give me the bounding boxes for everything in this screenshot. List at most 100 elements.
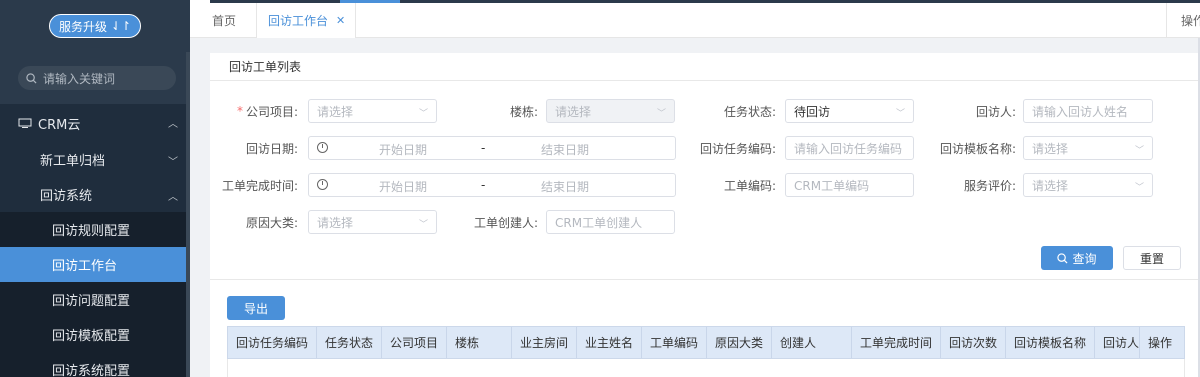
sidebar-item-label: 新工单归档 xyxy=(40,154,106,169)
query-button[interactable]: 查询 xyxy=(1041,246,1113,270)
chevron-up-icon: ︿ xyxy=(168,192,178,203)
column-header[interactable]: 工单完成时间 xyxy=(852,327,941,358)
column-header[interactable]: 回访模板名称 xyxy=(1006,327,1095,358)
column-header[interactable]: 回访任务编码 xyxy=(228,327,317,358)
reason-select[interactable]: 请选择 ﹀ xyxy=(308,210,437,234)
crm-icon xyxy=(18,118,32,128)
export-button[interactable]: 导出 xyxy=(227,296,285,320)
column-header[interactable]: 创建人 xyxy=(772,327,852,358)
building-select[interactable]: 请选择 ﹀ xyxy=(546,99,675,123)
rating-placeholder: 请选择 xyxy=(1032,178,1069,193)
sidebar-item-revisit-system[interactable]: 回访系统 ︿ xyxy=(0,177,190,212)
sidebar-item-crm-cloud[interactable]: CRM云 ︿ xyxy=(0,104,190,142)
chevron-down-icon: ﹀ xyxy=(1134,146,1144,156)
finish-time-label: 工单完成时间: xyxy=(221,178,298,193)
finish-start-date: 开始日期 xyxy=(379,180,428,194)
column-header[interactable]: 工单编码 xyxy=(642,327,707,358)
sidebar-header: 服务升级 ⇃↾ xyxy=(0,0,190,52)
task-status-value: 待回访 xyxy=(794,104,831,119)
query-label: 查询 xyxy=(1072,251,1097,266)
chevron-down-icon: ﹀ xyxy=(418,220,428,230)
column-header[interactable]: 原因大类 xyxy=(707,327,772,358)
sidebar-item-revisit-workbench[interactable]: 回访工作台 xyxy=(0,247,190,282)
chevron-up-icon: ︿ xyxy=(168,119,178,130)
column-header[interactable]: 回访人 xyxy=(1095,327,1140,358)
sidebar-item-revisit-rule-config[interactable]: 回访规则配置 xyxy=(0,212,190,247)
sidebar-menu: CRM云 ︿ 新工单归档 ﹀ 回访系统 ︿ 回访规则配置 回访工作台 回访问题配… xyxy=(0,104,190,377)
visit-end-date: 结束日期 xyxy=(541,143,590,157)
form-row-2: 回访日期: 开始日期 - 结束日期 回访任务编码: 请输入回访任务编码 回访模板… xyxy=(210,136,1198,162)
building-label: 楼栋: xyxy=(509,104,538,119)
column-header[interactable]: 公司项目 xyxy=(382,327,447,358)
main-panel: 回访工单列表 * 公司项目: 请选择 ﹀ 楼栋: 请选择 ﹀ 任务状态: 待回访 … xyxy=(210,53,1198,377)
sort-icon: ⇃↾ xyxy=(110,19,132,33)
clock-icon xyxy=(317,142,328,153)
search-icon xyxy=(26,72,37,84)
visit-start-date: 开始日期 xyxy=(379,143,428,157)
sidebar-item-label: 回访模板配置 xyxy=(52,329,131,344)
column-header[interactable]: 任务状态 xyxy=(317,327,382,358)
tab-revisit-workbench[interactable]: 回访工作台 ✕ xyxy=(256,3,356,38)
reset-label: 重置 xyxy=(1139,251,1164,266)
finish-time-range[interactable]: 开始日期 - 结束日期 xyxy=(308,173,676,197)
close-icon[interactable]: ✕ xyxy=(336,14,345,27)
service-upgrade-label: 服务升级 xyxy=(58,19,107,34)
order-code-input[interactable]: CRM工单编码 xyxy=(785,173,914,197)
sidebar-scrollbar[interactable] xyxy=(186,52,190,377)
column-header[interactable]: 回访次数 xyxy=(941,327,1006,358)
visitor-placeholder: 请输入回访人姓名 xyxy=(1032,104,1129,119)
task-status-label: 任务状态: xyxy=(723,104,776,119)
reason-placeholder: 请选择 xyxy=(317,215,354,230)
sidebar-item-revisit-question-config[interactable]: 回访问题配置 xyxy=(0,282,190,317)
table-body xyxy=(227,359,1185,377)
chevron-down-icon: ﹀ xyxy=(895,109,905,119)
service-upgrade-button[interactable]: 服务升级 ⇃↾ xyxy=(49,14,141,38)
chevron-down-icon: ﹀ xyxy=(168,157,178,168)
sidebar-search-wrap: 请输入关键词 xyxy=(0,52,190,104)
template-select[interactable]: 请选择 ﹀ xyxy=(1023,136,1153,160)
chevron-down-icon: ﹀ xyxy=(1134,183,1144,193)
visitor-input[interactable]: 请输入回访人姓名 xyxy=(1023,99,1153,123)
column-header[interactable]: 业主房间 xyxy=(512,327,577,358)
sidebar-item-label: 回访工作台 xyxy=(52,259,118,274)
sidebar-item-revisit-system-config[interactable]: 回访系统配置 xyxy=(0,352,190,377)
task-status-select[interactable]: 待回访 ﹀ xyxy=(785,99,914,123)
chevron-down-icon: ﹀ xyxy=(418,109,428,119)
sidebar-search-input[interactable]: 请输入关键词 xyxy=(18,66,176,90)
finish-end-date: 结束日期 xyxy=(541,180,590,194)
company-select[interactable]: 请选择 ﹀ xyxy=(308,99,437,123)
form-row-1: * 公司项目: 请选择 ﹀ 楼栋: 请选择 ﹀ 任务状态: 待回访 ﹀ 回访人: … xyxy=(210,99,1198,125)
template-placeholder: 请选择 xyxy=(1032,141,1069,156)
date-separator: - xyxy=(481,178,486,192)
sidebar-item-label: 回访系统配置 xyxy=(52,364,131,377)
tab-operations-label: 操作 xyxy=(1181,14,1200,28)
sidebar: 服务升级 ⇃↾ 请输入关键词 CRM云 ︿ 新工单归档 ﹀ 回访系统 ︿ 回访规… xyxy=(0,0,190,377)
tab-operations[interactable]: 操作 xyxy=(1166,3,1200,38)
search-icon xyxy=(1057,252,1068,264)
rating-select[interactable]: 请选择 ﹀ xyxy=(1023,173,1153,197)
reason-label: 原因大类: xyxy=(245,215,298,230)
tab-active-label: 回访工作台 xyxy=(268,14,329,28)
panel-divider xyxy=(210,279,1198,280)
tab-home[interactable]: 首页 xyxy=(212,3,236,38)
task-code-label: 回访任务编码: xyxy=(699,141,776,156)
creator-label: 工单创建人: xyxy=(473,215,538,230)
column-header[interactable]: 楼栋 xyxy=(447,327,512,358)
sidebar-item-label: 回访系统 xyxy=(40,189,93,204)
visit-date-range[interactable]: 开始日期 - 结束日期 xyxy=(308,136,676,160)
sidebar-item-new-order-archive[interactable]: 新工单归档 ﹀ xyxy=(0,142,190,177)
reset-button[interactable]: 重置 xyxy=(1123,246,1181,270)
creator-input[interactable]: CRM工单创建人 xyxy=(546,210,675,234)
form-row-3: 工单完成时间: 开始日期 - 结束日期 工单编码: CRM工单编码 服务评价: … xyxy=(210,173,1198,199)
column-header[interactable]: 业主姓名 xyxy=(577,327,642,358)
sidebar-item-revisit-template-config[interactable]: 回访模板配置 xyxy=(0,317,190,352)
task-code-input[interactable]: 请输入回访任务编码 xyxy=(785,136,914,160)
template-label: 回访模板名称: xyxy=(939,141,1016,156)
form-row-4: 原因大类: 请选择 ﹀ 工单创建人: CRM工单创建人 xyxy=(210,210,1198,236)
column-header[interactable]: 操作 xyxy=(1140,327,1184,358)
sidebar-item-label: 回访问题配置 xyxy=(52,294,131,309)
rating-label: 服务评价: xyxy=(963,178,1016,193)
clock-icon xyxy=(317,179,328,190)
required-mark: * xyxy=(236,104,243,118)
company-label: * 公司项目: xyxy=(230,99,298,123)
